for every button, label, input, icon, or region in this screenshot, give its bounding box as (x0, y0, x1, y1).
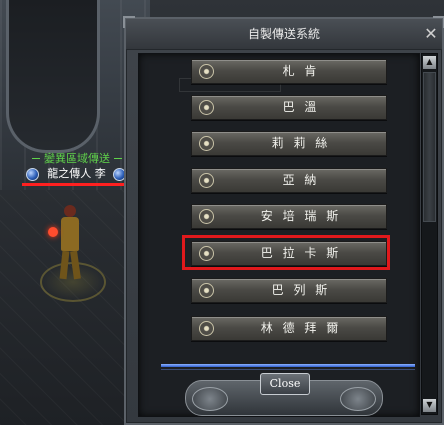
compass-emblem-icon (199, 173, 214, 188)
character-leg (59, 250, 70, 280)
destination-button[interactable]: 莉 莉 絲 (191, 131, 387, 156)
destination-button[interactable]: 巴 列 斯 (191, 278, 387, 303)
ornament-scroll-icon (192, 387, 228, 411)
destination-label: 巴 拉 卡 斯 (260, 246, 342, 260)
player-character[interactable] (48, 205, 88, 285)
torch-glow-icon (48, 227, 58, 237)
teleport-dialog: 自製傳送系統 ✕ 札 肯 巴 溫 莉 莉 絲 亞 納 安 培 瑞 斯 巴 拉 卡… (123, 16, 444, 425)
npc-title-text: 變異區域傳送 (44, 152, 110, 165)
list-divider-shadow (161, 369, 415, 370)
destination-label: 安 培 瑞 斯 (260, 209, 342, 223)
destination-label: 札 肯 (282, 64, 320, 78)
stone-archway (6, 0, 100, 153)
dialog-title: 自製傳送系統 (247, 27, 320, 41)
npc-name[interactable]: 龍之傳人 李 (26, 166, 127, 182)
compass-emblem-icon (199, 64, 214, 79)
compass-emblem-icon (199, 321, 214, 336)
close-x-icon[interactable]: ✕ (422, 25, 440, 43)
destination-button[interactable]: 安 培 瑞 斯 (191, 204, 387, 229)
npc-title-bracket-left (32, 158, 40, 164)
compass-emblem-icon (199, 246, 214, 261)
compass-emblem-icon (199, 136, 214, 151)
compass-emblem-icon (199, 283, 214, 298)
character-leg (70, 250, 81, 280)
destination-label: 巴 列 斯 (271, 283, 331, 297)
destination-label: 林 德 拜 爾 (260, 321, 342, 335)
destination-label: 亞 納 (282, 173, 320, 187)
destination-button[interactable]: 札 肯 (191, 59, 387, 84)
character-body (61, 217, 79, 251)
npc-title-bracket-right (114, 158, 122, 164)
destination-button-selected[interactable]: 巴 拉 卡 斯 (191, 241, 387, 266)
compass-emblem-icon (199, 209, 214, 224)
destination-button[interactable]: 巴 溫 (191, 95, 387, 120)
list-divider (161, 364, 415, 367)
npc-title: 變異區域傳送 (32, 152, 122, 166)
annotation-underline (22, 183, 128, 186)
destination-list: 札 肯 巴 溫 莉 莉 絲 亞 納 安 培 瑞 斯 巴 拉 卡 斯 巴 列 斯 (138, 53, 420, 417)
scrollbar[interactable]: ▲ ▼ (421, 53, 438, 415)
scroll-down-arrow-icon[interactable]: ▼ (423, 399, 436, 412)
destination-button[interactable]: 林 德 拜 爾 (191, 316, 387, 341)
destination-label: 巴 溫 (282, 100, 320, 114)
scroll-up-arrow-icon[interactable]: ▲ (423, 56, 436, 69)
destination-button[interactable]: 亞 納 (191, 168, 387, 193)
scrollbar-thumb[interactable] (423, 72, 436, 222)
compass-emblem-icon (199, 100, 214, 115)
destination-label: 莉 莉 絲 (271, 136, 331, 150)
dialog-title-bar[interactable]: 自製傳送系統 ✕ (126, 19, 442, 50)
character-head (64, 205, 76, 217)
close-button[interactable]: Close (260, 373, 310, 395)
ornament-scroll-icon (340, 387, 376, 411)
